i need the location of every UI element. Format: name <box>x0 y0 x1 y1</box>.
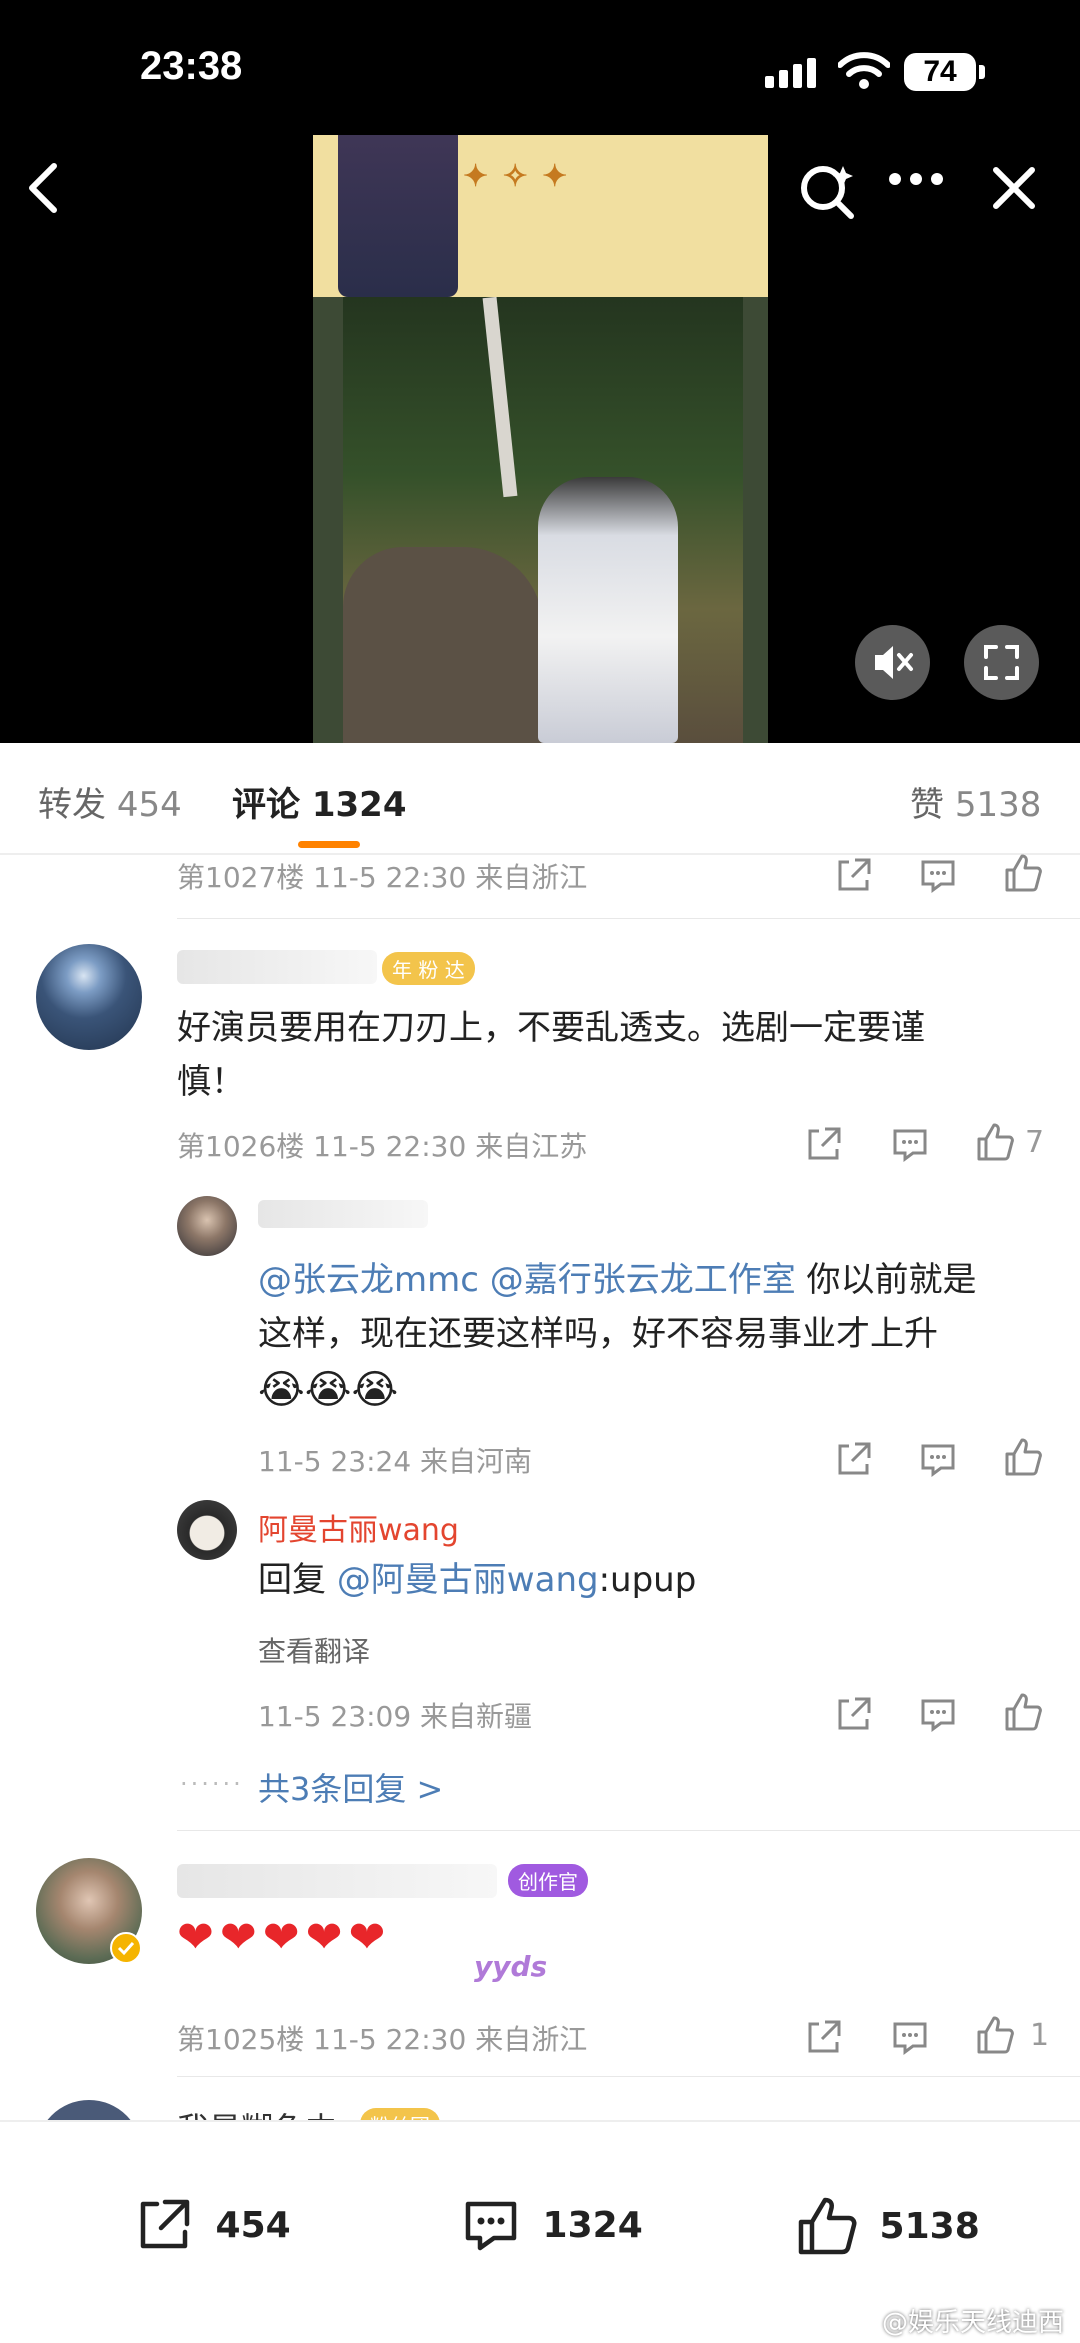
comment-meta: 第1026楼 11-5 22:30 来自江苏 <box>177 1130 588 1163</box>
reply-text: 回复 @阿曼古丽wang:upup <box>258 1560 697 1600</box>
comment-action[interactable]: 1324 <box>460 2194 643 2256</box>
username-blurred[interactable] <box>177 950 377 984</box>
reply-text-line1: @张云龙mmc @嘉行张云龙工作室 你以前就是 <box>258 1260 977 1300</box>
cellular-signal-icon <box>765 58 816 88</box>
comment-icon[interactable] <box>891 2018 929 2056</box>
back-icon[interactable] <box>24 160 64 216</box>
video-player[interactable]: ✦ ✧ ✦ <box>313 135 768 743</box>
more-icon[interactable] <box>888 172 944 186</box>
dotted-line: ······ <box>180 1770 244 1798</box>
like-icon[interactable] <box>975 1121 1015 1163</box>
divider <box>177 1830 1080 1831</box>
more-replies-link[interactable]: 共3条回复 > <box>258 1764 443 1810</box>
avatar[interactable] <box>177 1196 237 1256</box>
reply-username[interactable]: 阿曼古丽wang <box>258 1505 459 1549</box>
share-icon[interactable] <box>835 1695 873 1733</box>
actor-figure <box>538 477 678 743</box>
poster-title-art: ✦ ✧ ✦ <box>463 159 570 194</box>
heart-emojis: ❤❤❤❤❤ <box>177 1912 392 1963</box>
tab-comment[interactable]: 评论 1324 <box>232 777 406 826</box>
fullscreen-icon <box>984 645 1019 680</box>
username-blurred[interactable] <box>177 1864 497 1898</box>
like-icon[interactable] <box>1003 1436 1043 1478</box>
poster-character-image <box>338 135 458 297</box>
comment-icon[interactable] <box>891 1125 929 1163</box>
share-icon[interactable] <box>805 2018 843 2056</box>
username-blurred[interactable] <box>258 1200 428 1228</box>
comment-text-line2: 慎！ <box>177 1062 245 1102</box>
thumbs-up-icon <box>798 2197 857 2255</box>
share-icon[interactable] <box>835 1440 873 1478</box>
like-icon[interactable] <box>1003 1691 1043 1733</box>
repost-icon <box>140 2199 190 2249</box>
battery-indicator: 74 <box>904 53 976 91</box>
wifi-icon <box>838 52 890 89</box>
avatar[interactable] <box>36 944 142 1050</box>
tab-like[interactable]: 赞 5138 <box>910 777 1041 826</box>
like-count: 1 <box>1030 2018 1050 2053</box>
like-icon[interactable] <box>1003 852 1043 894</box>
divider <box>177 918 1080 919</box>
crying-emoji: 😭😭😭 <box>258 1367 399 1413</box>
comment-icon[interactable] <box>919 1695 957 1733</box>
video-area: 23:38 74 ✦ ✧ ✦ <box>0 0 1080 743</box>
avatar[interactable] <box>177 1500 237 1560</box>
like-count: 7 <box>1025 1125 1045 1160</box>
like-action[interactable]: 5138 <box>795 2194 980 2258</box>
comment-icon[interactable] <box>919 856 957 894</box>
yyds-sticker: yyds <box>474 1950 548 1983</box>
status-time: 23:38 <box>140 44 243 88</box>
reply-meta: 11-5 23:09 来自新疆 <box>258 1700 533 1733</box>
poster-banner: ✦ ✧ ✦ <box>313 135 768 297</box>
reply-meta: 11-5 23:24 来自河南 <box>258 1445 533 1478</box>
share-icon[interactable] <box>835 856 873 894</box>
fan-badge: 年 粉 达 <box>382 952 475 985</box>
tab-repost[interactable]: 转发 454 <box>38 777 182 826</box>
battery-tip <box>979 65 985 79</box>
comment-text-line1: 好演员要用在刀刃上，不要乱透支。选剧一定要谨 <box>177 1008 925 1048</box>
fullscreen-button[interactable] <box>964 625 1039 700</box>
video-scene <box>343 296 743 743</box>
repost-action[interactable]: 454 <box>133 2194 291 2256</box>
share-icon[interactable] <box>805 1125 843 1163</box>
comment-meta: 第1025楼 11-5 22:30 来自浙江 <box>177 2023 588 2056</box>
verified-icon <box>110 1932 142 1964</box>
like-icon[interactable] <box>975 2014 1015 2056</box>
divider <box>177 2076 1080 2077</box>
mute-icon <box>875 646 913 679</box>
mention-link[interactable]: @张云龙mmc <box>258 1260 479 1300</box>
mention-link[interactable]: @嘉行张云龙工作室 <box>490 1260 796 1300</box>
creator-badge: 创作官 <box>508 1864 588 1897</box>
tab-bar: 转发 454 评论 1324 赞 5138 <box>0 743 1080 855</box>
mention-link[interactable]: @阿曼古丽wang <box>337 1560 599 1600</box>
active-tab-indicator <box>298 841 360 848</box>
comment-icon[interactable] <box>919 1440 957 1478</box>
translate-link[interactable]: 查看翻译 <box>258 1630 370 1670</box>
watermark: @娱乐天线迪西 <box>882 2308 1065 2338</box>
comment-bubble-icon <box>465 2201 517 2251</box>
mute-button[interactable] <box>855 625 930 700</box>
comment-meta: 第1027楼 11-5 22:30 来自浙江 <box>177 861 588 894</box>
close-icon[interactable] <box>992 166 1036 210</box>
search-ai-icon[interactable] <box>797 162 857 222</box>
reply-text-line2: 这样，现在还要这样吗，好不容易事业才上升 <box>258 1314 938 1354</box>
